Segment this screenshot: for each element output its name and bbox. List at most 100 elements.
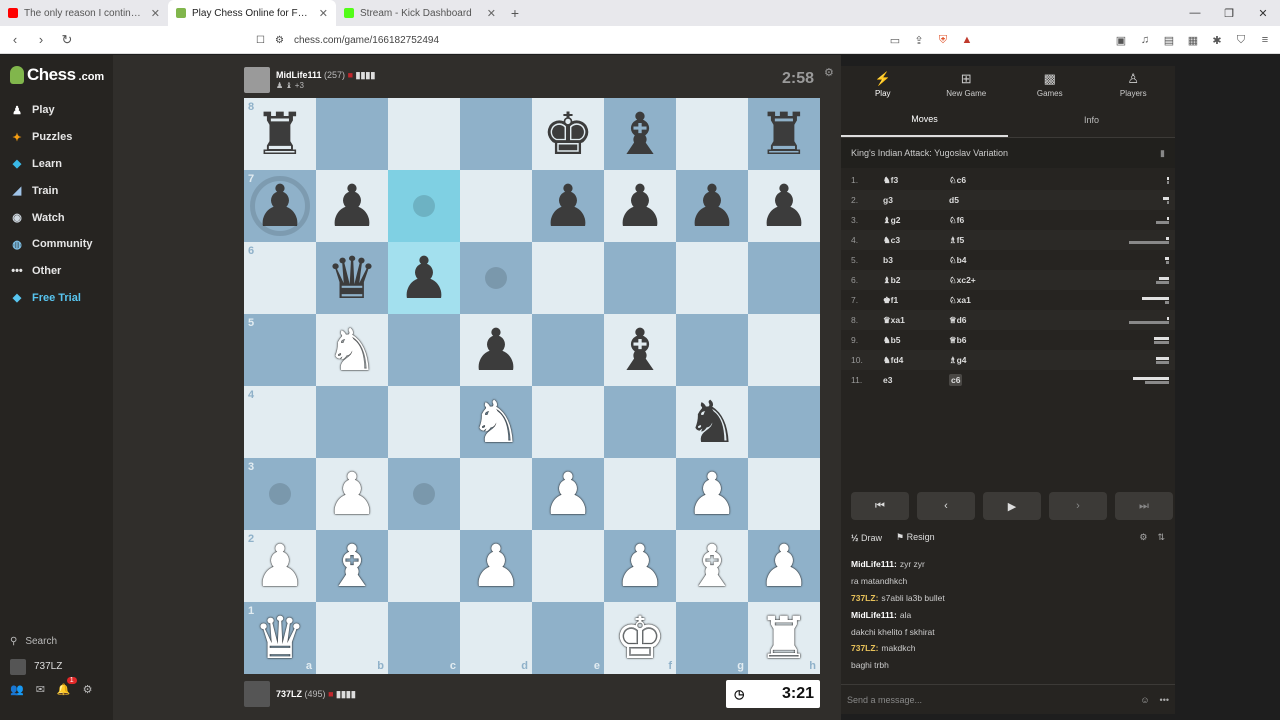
messages-icon[interactable]: ✉ <box>36 683 45 696</box>
black-bishop-icon[interactable]: ♝ <box>614 105 666 163</box>
square-a1[interactable]: ♛ 1 a <box>244 602 316 674</box>
new-tab-button[interactable]: + <box>504 0 526 26</box>
white-knight-icon[interactable]: ♞ <box>470 393 522 451</box>
square-e6[interactable] <box>532 242 604 314</box>
nav-play[interactable]: ⚡ Play <box>841 66 925 102</box>
square-b8[interactable] <box>316 98 388 170</box>
last-move-button[interactable]: ⏭ <box>1115 492 1173 520</box>
reader-icon[interactable]: ▤ <box>1162 34 1176 47</box>
black-move[interactable]: ♗f5 <box>949 235 1129 246</box>
close-tab-icon[interactable]: ✕ <box>487 7 496 20</box>
sidebar-item-free-trial[interactable]: ◆ Free Trial <box>0 285 113 312</box>
white-rook-icon[interactable]: ♜ <box>758 609 810 667</box>
white-move[interactable]: ♞c3 <box>883 235 949 246</box>
square-c5[interactable] <box>388 314 460 386</box>
play-moves-button[interactable]: ▶ <box>983 492 1041 520</box>
square-c2[interactable] <box>388 530 460 602</box>
white-pawn-icon[interactable]: ♟ <box>614 537 666 595</box>
white-move[interactable]: ♚f1 <box>883 295 949 306</box>
previous-move-button[interactable]: ‹ <box>917 492 975 520</box>
square-g2[interactable]: ♝ <box>676 530 748 602</box>
black-move[interactable]: d5 <box>949 195 1129 205</box>
black-move[interactable]: ♗g4 <box>949 355 1129 366</box>
close-tab-icon[interactable]: ✕ <box>151 7 160 20</box>
black-pawn-icon[interactable]: ♟ <box>758 177 810 235</box>
vpn-icon[interactable]: ⛉ <box>1234 34 1248 47</box>
sidebar-item-watch[interactable]: ◉ Watch <box>0 204 113 231</box>
black-pawn-icon[interactable]: ♟ <box>686 177 738 235</box>
square-b3[interactable]: ♟ <box>316 458 388 530</box>
sidebar-item-community[interactable]: ◍ Community <box>0 231 113 258</box>
sidebar-item-train[interactable]: ◢ Train <box>0 177 113 204</box>
black-bishop-icon[interactable]: ♝ <box>614 321 666 379</box>
bookmark-icon[interactable]: ☐ <box>256 35 265 46</box>
square-f8[interactable]: ♝ <box>604 98 676 170</box>
url-field[interactable]: ☐ ⚙ chess.com/game/166182752494 <box>256 30 996 50</box>
browser-tab-youtube[interactable]: The only reason I continue to fig ✕ <box>0 0 168 26</box>
white-move[interactable]: ♝g2 <box>883 215 949 226</box>
square-h1[interactable]: ♜ h <box>748 602 820 674</box>
square-f1[interactable]: ♚ f <box>604 602 676 674</box>
emoji-icon[interactable]: ☺ <box>1140 695 1149 705</box>
square-d6[interactable] <box>460 242 532 314</box>
square-d8[interactable] <box>460 98 532 170</box>
square-h4[interactable] <box>748 386 820 458</box>
extensions-icon[interactable]: ✱ <box>1210 34 1224 47</box>
white-move[interactable]: ♛xa1 <box>883 315 949 326</box>
sidebar-item-puzzles[interactable]: ✦ Puzzles <box>0 124 113 151</box>
square-e7[interactable]: ♟ <box>532 170 604 242</box>
square-e1[interactable]: e <box>532 602 604 674</box>
square-d1[interactable]: d <box>460 602 532 674</box>
brave-shield-icon[interactable]: ⛨ <box>936 34 950 47</box>
square-h3[interactable] <box>748 458 820 530</box>
sidebar-search[interactable]: ⚲ Search <box>0 629 113 654</box>
square-g1[interactable]: g <box>676 602 748 674</box>
restore-icon[interactable]: ❐ <box>1212 0 1246 26</box>
tab-moves[interactable]: Moves <box>841 102 1008 137</box>
opening-book-icon[interactable]: ▮ <box>1160 148 1165 159</box>
close-tab-icon[interactable]: ✕ <box>319 7 328 20</box>
black-move[interactable]: ♘c6 <box>949 175 1129 186</box>
white-pawn-icon[interactable]: ♟ <box>326 465 378 523</box>
square-b6[interactable]: ♛ <box>316 242 388 314</box>
black-move[interactable]: ♕b6 <box>949 335 1129 346</box>
white-bishop-icon[interactable]: ♝ <box>326 537 378 595</box>
cast-icon[interactable]: ▭ <box>888 34 902 47</box>
white-king-icon[interactable]: ♚ <box>614 609 666 667</box>
nav-players[interactable]: ♙ Players <box>1092 66 1176 102</box>
black-move[interactable]: ♘xa1 <box>949 295 1129 306</box>
legal-move-dot[interactable] <box>413 483 435 505</box>
resign-button[interactable]: ⚑ Resign <box>896 532 935 543</box>
square-h8[interactable]: ♜ <box>748 98 820 170</box>
white-move[interactable]: e3 <box>883 375 949 385</box>
black-pawn-icon[interactable]: ♟ <box>542 177 594 235</box>
chess-board[interactable]: ♜ 8 ♚ ♝ ♜ ♟ 7 ♟ ♟ ♟ ♟ ♟ 6 ♛ ♟ 5 ♞ ♟ ♝ 4 ♞ ♞ 3 ♟ ♟ ♟ ♟ 2 ♝ ♟ ♟ ♝ ♟ ♛ 1 a b c d e… <box>244 98 820 674</box>
square-f5[interactable]: ♝ <box>604 314 676 386</box>
square-d7[interactable] <box>460 170 532 242</box>
white-bishop-icon[interactable]: ♝ <box>686 537 738 595</box>
black-pawn-icon[interactable]: ♟ <box>470 321 522 379</box>
legal-move-dot[interactable] <box>269 483 291 505</box>
white-move[interactable]: b3 <box>883 255 949 265</box>
browser-tab-kick[interactable]: Stream - Kick Dashboard ✕ <box>336 0 504 26</box>
square-c7[interactable] <box>388 170 460 242</box>
square-e4[interactable] <box>532 386 604 458</box>
sidebar-item-other[interactable]: ••• Other <box>0 258 113 285</box>
wallet-icon[interactable]: ▦ <box>1186 34 1200 47</box>
white-move[interactable]: ♞fd4 <box>883 355 949 366</box>
browser-tab-chess[interactable]: Play Chess Online for FREE - 2 P ✕ <box>168 0 336 26</box>
square-h5[interactable] <box>748 314 820 386</box>
white-queen-icon[interactable]: ♛ <box>254 609 306 667</box>
square-g5[interactable] <box>676 314 748 386</box>
forward-icon[interactable]: › <box>34 32 48 47</box>
board-settings-icon[interactable]: ⚙ <box>824 66 834 79</box>
draw-button[interactable]: ½ Draw <box>851 533 882 543</box>
legal-move-dot[interactable] <box>485 267 507 289</box>
rewards-icon[interactable]: ▲ <box>960 34 974 46</box>
square-e5[interactable] <box>532 314 604 386</box>
square-c4[interactable] <box>388 386 460 458</box>
white-pawn-icon[interactable]: ♟ <box>542 465 594 523</box>
square-d5[interactable]: ♟ <box>460 314 532 386</box>
square-g3[interactable]: ♟ <box>676 458 748 530</box>
square-a8[interactable]: ♜ 8 <box>244 98 316 170</box>
